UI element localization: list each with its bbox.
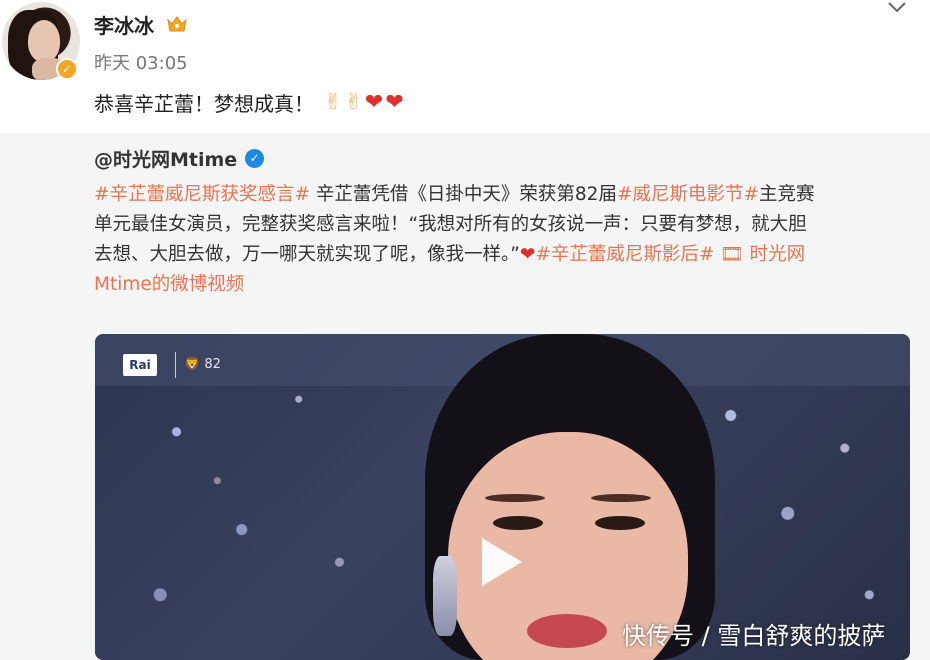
victory-hand-icon: ✌ xyxy=(324,89,343,115)
watermark: 快传号 / 雪白舒爽的披萨 xyxy=(622,622,886,650)
hashtag-link[interactable]: Mtime的微博视频 xyxy=(94,274,244,295)
video-person-lips xyxy=(527,614,607,648)
repost-text: 去想、大胆去做，万一哪天就实现了呢，像我一样。” xyxy=(94,244,520,265)
repost-text: 主竞赛 xyxy=(758,184,815,205)
verified-blue-icon: ✓ xyxy=(245,149,265,168)
video-person-brow xyxy=(485,494,545,502)
post-time: 昨天 03:05 xyxy=(94,53,188,74)
video-person-eye xyxy=(595,516,645,530)
festival-mark: 🦁 82 xyxy=(175,352,221,378)
video-person-eye xyxy=(493,516,543,530)
video-player[interactable]: Rai 🦁 82 xyxy=(95,334,910,660)
avatar-face xyxy=(28,20,60,62)
post-text-content: 恭喜辛芷蕾！梦想成真！ xyxy=(94,92,314,116)
hashtag-link[interactable]: 🎞 时光网 xyxy=(714,244,805,265)
repost-line: 去想、大胆去做，万一哪天就实现了呢，像我一样。”❤#辛芷蕾威尼斯影后# 🎞 时光… xyxy=(94,240,914,270)
repost-line: Mtime的微博视频 xyxy=(94,270,914,300)
repost-line: #辛芷蕾威尼斯获奖感言# 辛芷蕾凭借《日掛中天》荣获第82届#威尼斯电影节#主竞… xyxy=(94,180,914,210)
repost-text: 单元最佳女演员，完整获奖感言来啦！“我想对所有的女孩说一声：只要有梦想，就大胆 xyxy=(94,214,807,235)
repost-author-name[interactable]: @时光网Mtime xyxy=(94,145,237,172)
red-heart-icon: ❤ xyxy=(519,244,536,265)
channel-logo: Rai xyxy=(123,354,157,376)
red-heart-icon: ❤ xyxy=(364,89,384,115)
repost-line: 单元最佳女演员，完整获奖感言来啦！“我想对所有的女孩说一声：只要有梦想，就大胆 xyxy=(94,210,914,240)
repost-author[interactable]: @时光网Mtime ✓ xyxy=(94,145,265,172)
video-person-earring xyxy=(433,556,457,636)
repost-body: #辛芷蕾威尼斯获奖感言# 辛芷蕾凭借《日掛中天》荣获第82届#威尼斯电影节#主竞… xyxy=(94,180,914,300)
festival-number: 82 xyxy=(204,357,221,372)
verified-badge-icon: ✓ xyxy=(56,58,78,80)
post-text: 恭喜辛芷蕾！梦想成真！ ✌ ✌ ❤ ❤ xyxy=(94,88,404,117)
emoji-row: ✌ ✌ ❤ ❤ xyxy=(324,90,404,116)
hashtag-link[interactable]: #辛芷蕾威尼斯影后# xyxy=(535,244,714,265)
crown-icon xyxy=(167,16,187,32)
victory-hand-icon: ✌ xyxy=(344,89,363,115)
chevron-down-icon[interactable] xyxy=(886,0,908,14)
hashtag-link[interactable]: #威尼斯电影节# xyxy=(617,184,759,205)
play-icon[interactable] xyxy=(478,536,524,588)
repost-text: 辛芷蕾凭借《日掛中天》荣获第82届 xyxy=(310,184,617,205)
red-heart-icon: ❤ xyxy=(385,89,404,115)
video-person-brow xyxy=(591,494,651,502)
hashtag-link[interactable]: #辛芷蕾威尼斯获奖感言# xyxy=(94,184,310,205)
username[interactable]: 李冰冰 xyxy=(94,10,154,39)
